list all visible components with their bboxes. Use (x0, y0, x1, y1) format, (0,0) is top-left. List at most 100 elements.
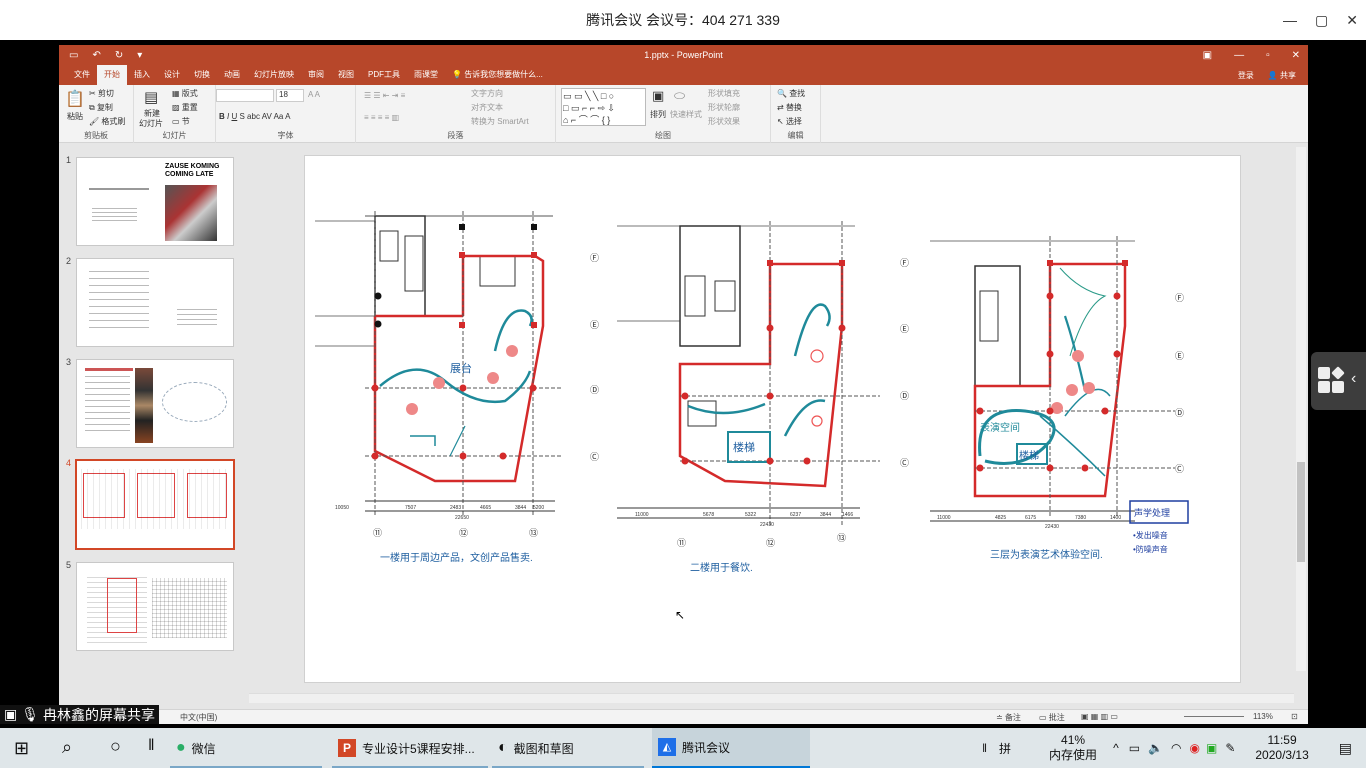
taskbar-app-tencent-meeting[interactable]: ◭ 腾讯会议 (652, 728, 810, 768)
shape-effects-button[interactable]: 形状效果 (708, 116, 740, 127)
zoom-level[interactable]: 113% (1253, 712, 1273, 721)
tab-review[interactable]: 审阅 (301, 65, 331, 85)
new-slide-icon[interactable]: ▤ (144, 88, 158, 106)
horizontal-scrollbar[interactable] (249, 693, 1294, 703)
align-icons[interactable]: ≡ ≡ ≡ ≡ ▥ (364, 113, 399, 122)
tab-slideshow[interactable]: 幻灯片放映 (247, 65, 301, 85)
replace-button[interactable]: ⇄ 替换 (777, 102, 802, 113)
mouse-cursor-icon: ↖ (675, 608, 686, 622)
ppt-restore-button[interactable]: ▫ (1266, 50, 1270, 61)
tab-transitions[interactable]: 切换 (187, 65, 217, 85)
memory-usage[interactable]: 41% 内存使用 (1049, 733, 1097, 763)
clock[interactable]: 11:59 2020/3/13 (1255, 733, 1308, 763)
ppt-minimize-button[interactable]: — (1234, 50, 1244, 61)
battery-icon[interactable]: ▭ (1129, 741, 1140, 755)
comments-button[interactable]: ▭ 批注 (1039, 712, 1065, 723)
find-button[interactable]: 🔍 查找 (777, 88, 805, 99)
minimize-button[interactable]: — (1283, 12, 1297, 28)
axis-label: ⑪ (677, 538, 686, 548)
plan3-dim: 7380 (1075, 515, 1086, 521)
shapes-gallery[interactable]: ▭ ▭ ╲ ╲ □ ○ □ ▭ ⌐ ⌐ ⇨ ⇩ ⌂ ⌐ ⌒ ⌒ { } (561, 88, 646, 126)
memory-label: 内存使用 (1049, 748, 1098, 762)
close-button[interactable]: ✕ (1346, 12, 1358, 29)
align-text-button[interactable]: 对齐文本 (471, 102, 503, 113)
cut-button[interactable]: ✂ 剪切 (89, 88, 114, 99)
tab-design[interactable]: 设计 (157, 65, 187, 85)
tab-rain-classroom[interactable]: 雨课堂 (407, 65, 445, 85)
language-status[interactable]: 中文(中国) (180, 712, 217, 723)
row-axis-label: Ⓔ (900, 324, 909, 334)
taskbar-app-wechat[interactable]: ● 微信 (170, 728, 322, 768)
taskbar-app-label: 微信 (191, 741, 216, 756)
pen-icon[interactable]: ✎ (1225, 741, 1235, 755)
tab-view[interactable]: 视图 (331, 65, 361, 85)
text-direction-button[interactable]: 文字方向 (471, 88, 503, 99)
slide-thumbnail-2[interactable] (76, 258, 234, 347)
slide-thumbnail-4[interactable] (75, 459, 235, 550)
tab-home[interactable]: 开始 (97, 65, 127, 85)
fit-slide-icon[interactable]: ⊡ (1291, 712, 1298, 721)
plan1-booth-label: 展台 (450, 361, 472, 375)
cortana-icon[interactable]: ○ (110, 736, 121, 757)
notes-button[interactable]: ≐ 备注 (996, 712, 1021, 723)
show-hidden-icons[interactable]: ^ (1113, 741, 1119, 755)
arrange-icon[interactable]: ▣ (652, 88, 664, 104)
tab-insert[interactable]: 插入 (127, 65, 157, 85)
zoom-slider[interactable] (1184, 716, 1244, 717)
share-button[interactable]: 👤 共享 (1268, 70, 1296, 81)
ppt-close-button[interactable]: ✕ (1292, 50, 1300, 61)
shape-outline-button[interactable]: 形状轮廓 (708, 102, 740, 113)
copy-button[interactable]: ⧉ 复制 (89, 102, 113, 113)
quick-styles-icon[interactable]: ⬭ (674, 88, 685, 104)
layout-button[interactable]: ▦ 版式 (172, 88, 198, 99)
current-slide[interactable]: 展台 一楼用于周边产品，文创产品售卖. 10050 7507 2483 4665… (304, 155, 1241, 683)
view-buttons[interactable]: ▣ ▦ ▥ ▭ (1081, 712, 1118, 721)
notifications-icon[interactable]: ▤ (1339, 740, 1352, 757)
format-painter-button[interactable]: 🖌 格式刷 (89, 116, 125, 127)
row-axis-label: Ⓒ (1175, 464, 1184, 474)
taskbar-app-powerpoint[interactable]: P 专业设计5课程安排... (332, 728, 488, 768)
bold-button[interactable]: B I U S abc AV Aa A (219, 112, 291, 121)
side-panel-handle[interactable]: ‹ (1311, 352, 1366, 410)
group-editing: 🔍 查找 ⇄ 替换 ↖ 选择 编辑 (771, 85, 821, 143)
taskbar-app-snip[interactable]: ◐ 截图和草图 (492, 728, 644, 768)
section-button[interactable]: ▭ 节 (172, 116, 190, 127)
volume-icon[interactable]: 🔈 (1148, 741, 1163, 755)
copy-label: 复制 (96, 103, 113, 112)
tell-me-box[interactable]: 💡 告诉我您想要做什么... (445, 65, 550, 85)
ime-indicator[interactable]: 拼 (999, 740, 1011, 757)
arrange-button[interactable]: 排列 (650, 109, 666, 120)
select-button[interactable]: ↖ 选择 (777, 116, 802, 127)
tab-pdf-tools[interactable]: PDF工具 (361, 65, 407, 85)
tab-animations[interactable]: 动画 (217, 65, 247, 85)
tray-app-icon[interactable]: ▣ (1206, 741, 1217, 755)
bullets-icon[interactable]: ☰ ☰ ⇤ ⇥ ≡ (364, 91, 405, 100)
wifi-icon[interactable]: ◠ (1171, 741, 1181, 755)
paste-icon[interactable]: 📋 (65, 89, 85, 109)
smartart-button[interactable]: 转换为 SmartArt (471, 116, 529, 127)
paste-button[interactable]: 粘贴 (67, 111, 83, 122)
vertical-scrollbar[interactable] (1296, 147, 1306, 671)
slide-thumbnail-3[interactable] (76, 359, 234, 448)
shape-fill-button[interactable]: 形状填充 (708, 88, 740, 99)
layout-label: 版式 (181, 89, 198, 98)
group-paragraph: ☰ ☰ ⇤ ⇥ ≡ ≡ ≡ ≡ ≡ ▥ 文字方向 对齐文本 转换为 SmartA… (356, 85, 556, 143)
quick-styles-button[interactable]: 快速样式 (670, 109, 702, 120)
new-slide-button-2[interactable]: 幻灯片 (139, 118, 163, 129)
windows-start-icon[interactable]: ⊞ (14, 738, 29, 759)
font-grow-icon[interactable]: A A (308, 90, 320, 99)
task-view-icon[interactable]: ‖ (148, 737, 155, 755)
ribbon-display-icon[interactable]: ▣ (1203, 50, 1212, 61)
search-icon[interactable]: ⌕ (62, 737, 72, 758)
reset-button[interactable]: ▨ 重置 (172, 102, 198, 113)
tab-file[interactable]: 文件 (67, 65, 97, 85)
font-name-input[interactable] (216, 89, 274, 102)
login-link[interactable]: 登录 (1238, 70, 1254, 81)
vertical-scrollbar-thumb[interactable] (1297, 462, 1305, 562)
plan1-dim: 5200 (533, 505, 544, 511)
font-size-input[interactable]: 18 (276, 89, 304, 102)
antivirus-icon[interactable]: ◉ (1189, 741, 1199, 755)
slide-thumbnail-5[interactable] (76, 562, 234, 651)
restore-button[interactable]: ▢ (1315, 12, 1328, 29)
slide-thumbnail-1[interactable]: ZAUSE KOMING COMING LATE (76, 157, 234, 246)
